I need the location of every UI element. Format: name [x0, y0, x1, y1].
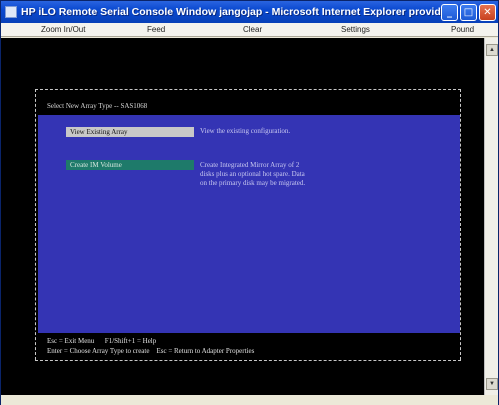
scroll-down-icon[interactable]: ▼: [486, 378, 498, 390]
menu-settings[interactable]: Settings: [341, 25, 370, 34]
options-panel: [38, 115, 460, 333]
view-existing-array-option[interactable]: View Existing Array: [66, 127, 194, 137]
menu-feed[interactable]: Feed: [147, 25, 165, 34]
menu-clear[interactable]: Clear: [243, 25, 262, 34]
ie-app-icon: [5, 6, 17, 18]
minimize-button[interactable]: _: [441, 3, 458, 21]
status-bar: [1, 395, 498, 405]
vertical-scrollbar[interactable]: ▲ ▼: [484, 38, 498, 395]
console-menubar: Zoom In/Out Feed Clear Settings Pound: [1, 23, 498, 37]
maximize-button[interactable]: □: [460, 3, 477, 21]
close-button[interactable]: ✕: [479, 3, 496, 21]
frame-bottom-border: [35, 360, 461, 361]
window-title: HP iLO Remote Serial Console Window jang…: [21, 6, 441, 18]
scroll-up-icon[interactable]: ▲: [486, 44, 498, 56]
create-im-description-line-2: disks plus an optional hot spare. Data: [200, 170, 305, 178]
create-im-description-line-3: on the primary disk may be migrated.: [200, 179, 306, 187]
page-title: Select New Array Type -- SAS1068: [47, 102, 148, 110]
help-line-2: Enter = Choose Array Type to create Esc …: [47, 347, 255, 355]
create-im-volume-option[interactable]: Create IM Volume: [66, 160, 194, 170]
browser-window: HP iLO Remote Serial Console Window jang…: [0, 0, 499, 405]
view-existing-array-description: View the existing configuration.: [200, 127, 291, 135]
menu-pound[interactable]: Pound: [451, 25, 474, 34]
title-bar[interactable]: HP iLO Remote Serial Console Window jang…: [1, 1, 498, 23]
menu-zoom[interactable]: Zoom In/Out: [41, 25, 85, 34]
help-line-1: Esc = Exit Menu F1/Shift+1 = Help: [47, 337, 157, 345]
create-im-description-line-1: Create Integrated Mirror Array of 2: [200, 161, 300, 169]
